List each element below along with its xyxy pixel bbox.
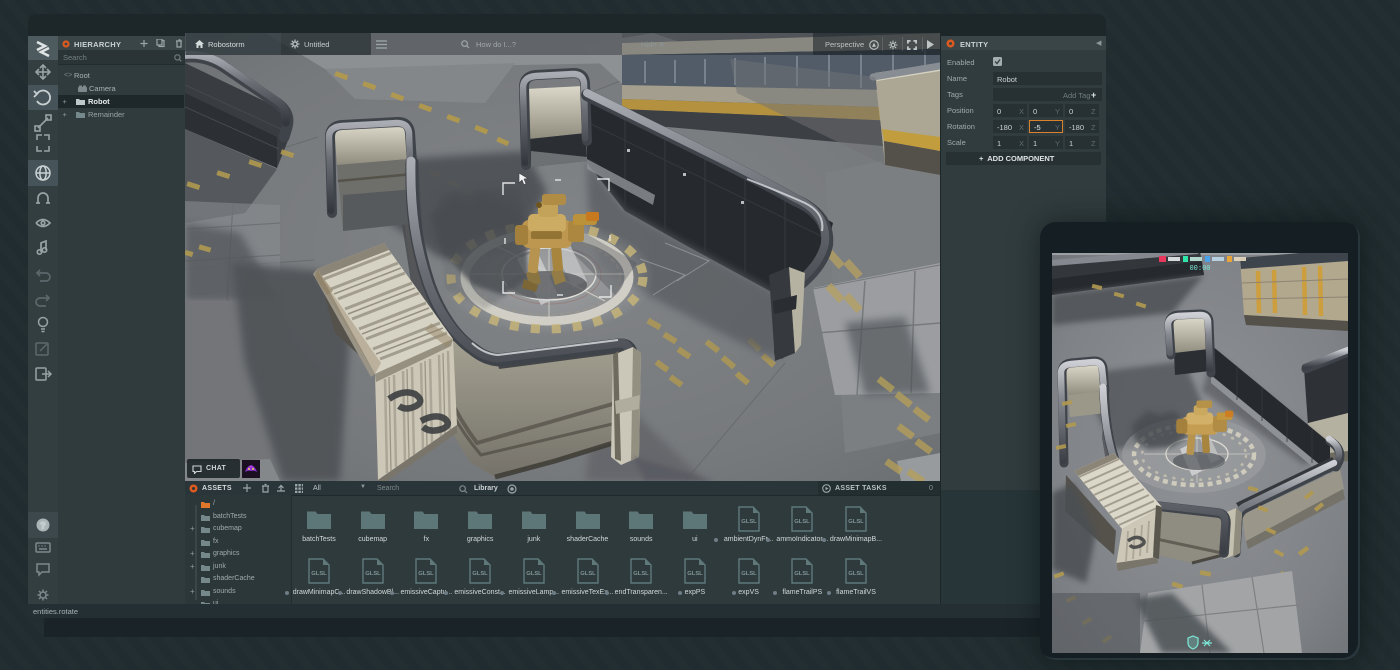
- svg-text:GLSL: GLSL: [741, 519, 757, 525]
- svg-text:GLSL: GLSL: [419, 571, 435, 577]
- svg-text:GLSL: GLSL: [741, 571, 757, 577]
- svg-text:00:00: 00:00: [1189, 265, 1210, 273]
- svg-text:GLSL: GLSL: [580, 571, 596, 577]
- svg-text:GLSL: GLSL: [795, 571, 811, 577]
- svg-text:GLSL: GLSL: [795, 519, 811, 525]
- svg-text:GLSL: GLSL: [848, 571, 864, 577]
- svg-text:GLSL: GLSL: [848, 519, 864, 525]
- svg-text:GLSL: GLSL: [687, 571, 703, 577]
- svg-text:GLSL: GLSL: [633, 571, 649, 577]
- svg-text:GLSL: GLSL: [311, 571, 327, 577]
- svg-text:GLSL: GLSL: [365, 571, 381, 577]
- svg-text:GLSL: GLSL: [472, 571, 488, 577]
- svg-text:GLSL: GLSL: [526, 571, 542, 577]
